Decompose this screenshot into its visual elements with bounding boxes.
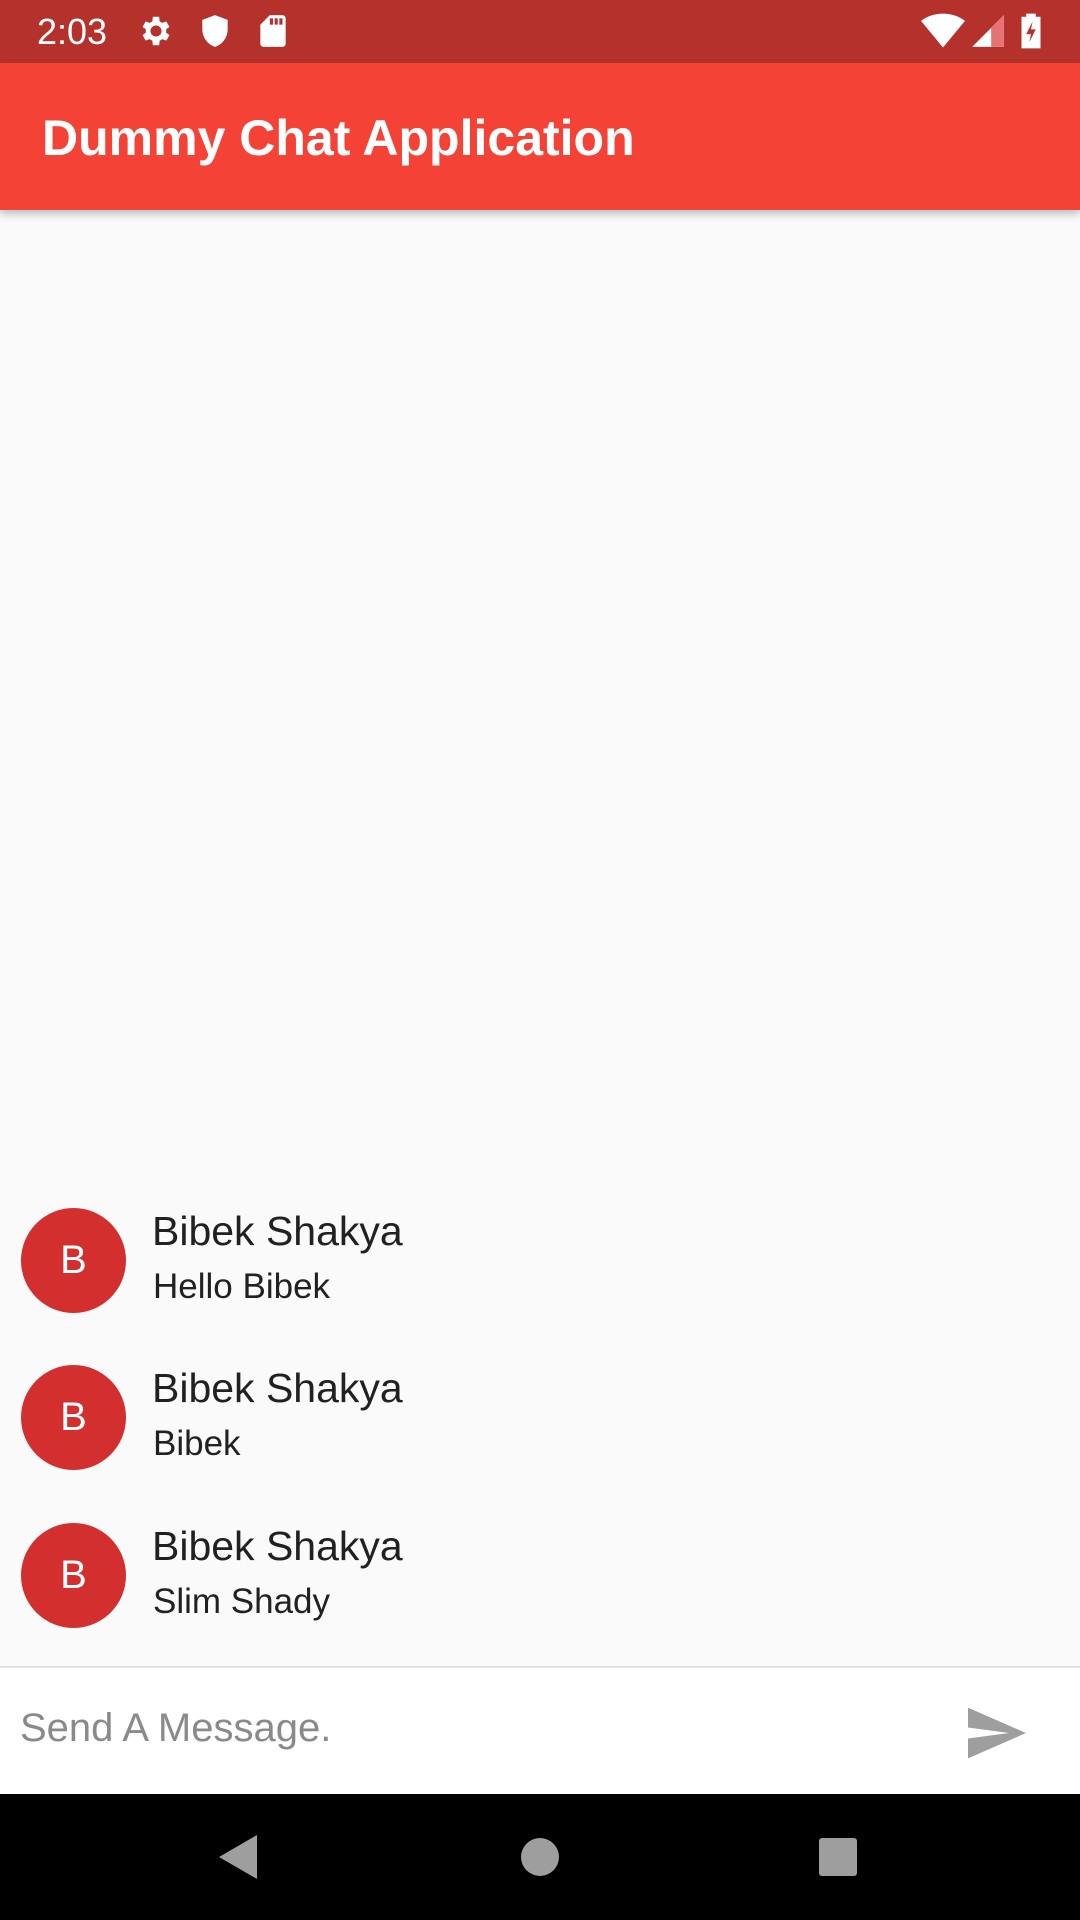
recents-button[interactable]	[808, 1827, 868, 1887]
shield-icon	[196, 12, 234, 50]
message-list[interactable]: B Bibek Shakya Hello Bibek B Bibek Shaky…	[0, 210, 1080, 1666]
navigation-bar	[0, 1794, 1080, 1920]
gear-icon	[137, 12, 175, 50]
home-icon	[521, 1838, 559, 1876]
back-button[interactable]	[208, 1827, 268, 1887]
message-sender: Bibek Shakya	[152, 1523, 403, 1569]
battery-charging-icon	[1015, 12, 1047, 50]
message-sender: Bibek Shakya	[152, 1208, 403, 1254]
wifi-icon	[921, 12, 965, 50]
message-composer	[0, 1668, 1080, 1794]
app-bar: Dummy Chat Application	[0, 63, 1080, 210]
avatar: B	[21, 1208, 126, 1313]
recents-icon	[819, 1838, 857, 1876]
avatar: B	[21, 1365, 126, 1470]
status-bar: 2:03	[0, 0, 1080, 63]
list-item[interactable]: B Bibek Shakya Slim Shady	[0, 1507, 1080, 1664]
send-button[interactable]	[962, 1688, 1032, 1778]
home-button[interactable]	[510, 1827, 570, 1887]
message-sender: Bibek Shakya	[152, 1365, 403, 1411]
sd-card-icon	[254, 12, 292, 50]
avatar: B	[21, 1523, 126, 1628]
back-icon	[219, 1835, 257, 1879]
list-item[interactable]: B Bibek Shakya Bibek	[0, 1349, 1080, 1506]
message-text: Bibek	[153, 1424, 241, 1463]
status-time: 2:03	[37, 11, 108, 52]
message-text: Slim Shady	[153, 1582, 331, 1621]
message-input[interactable]	[20, 1698, 900, 1758]
send-icon	[968, 1707, 1026, 1759]
list-item[interactable]: B Bibek Shakya Hello Bibek	[0, 1192, 1080, 1349]
page-title: Dummy Chat Application	[42, 110, 635, 166]
signal-icon	[969, 12, 1007, 50]
message-text: Hello Bibek	[153, 1267, 331, 1306]
